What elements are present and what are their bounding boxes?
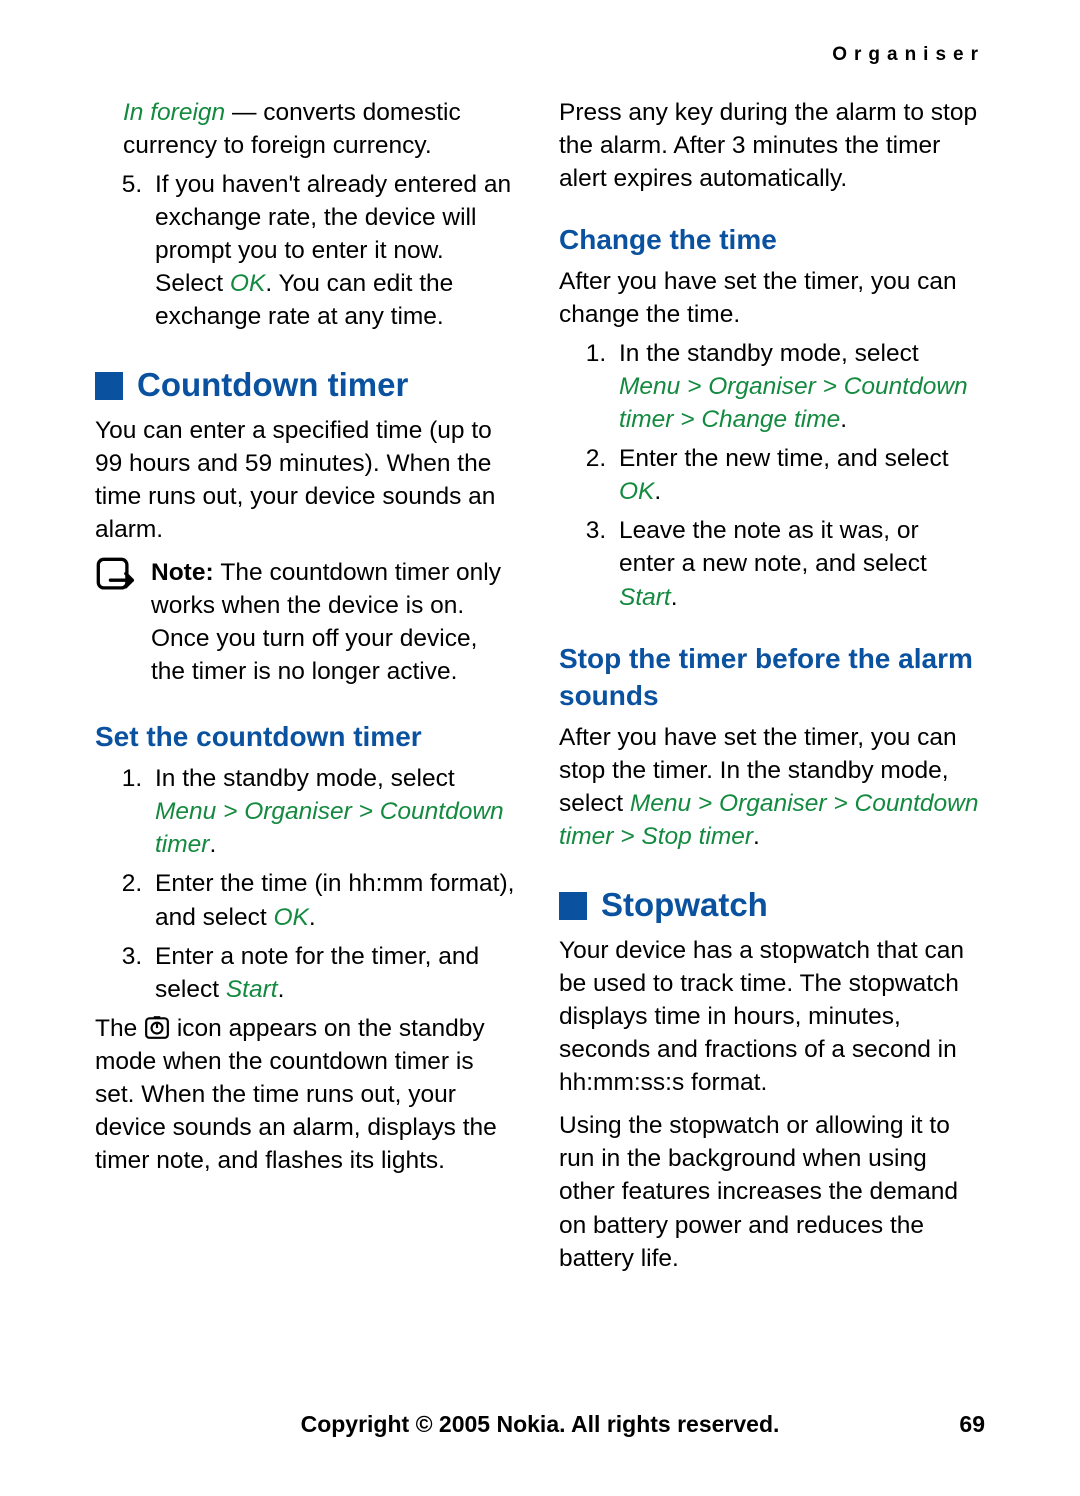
section-header: Organiser	[95, 44, 985, 66]
note-block: Note: The countdown timer only works whe…	[95, 556, 515, 692]
right-column: Press any key during the alarm to stop t…	[559, 96, 979, 1279]
start-text: Start	[619, 584, 671, 611]
countdown-timer-heading: Countdown timer	[95, 363, 515, 408]
set-step-2: Enter the time (in hh:mm format), and se…	[149, 867, 515, 933]
change-step-1: In the standby mode, select Menu > Organ…	[613, 337, 979, 436]
set-step-3: Enter a note for the timer, and select S…	[149, 940, 515, 1006]
menu-path: Menu > Organiser > Countdown timer > Cha…	[619, 373, 968, 433]
stop-timer-desc: After you have set the timer, you can st…	[559, 721, 979, 853]
standby-icon-desc: The icon appears on the standby mode whe…	[95, 1012, 515, 1177]
change-step-3: Leave the note as it was, or enter a new…	[613, 514, 979, 613]
set-timer-heading: Set the countdown timer	[95, 718, 515, 756]
footer: Copyright © 2005 Nokia. All rights reser…	[0, 1411, 1080, 1438]
alarm-desc: Press any key during the alarm to stop t…	[559, 96, 979, 195]
stop-timer-heading: Stop the timer before the alarm sounds	[559, 640, 979, 716]
page-number: 69	[959, 1411, 985, 1438]
stopwatch-heading: Stopwatch	[559, 883, 979, 928]
start-text: Start	[226, 976, 278, 1003]
set-step-1: In the standby mode, select Menu > Organ…	[149, 762, 515, 861]
exchange-rate-step: If you haven't already entered an exchan…	[149, 168, 515, 333]
change-step-2: Enter the new time, and select OK.	[613, 442, 979, 508]
countdown-desc: You can enter a specified time (up to 99…	[95, 414, 515, 546]
left-column: In foreign — converts domestic currency …	[95, 96, 515, 1279]
note-icon	[95, 556, 151, 692]
ok-text: OK	[230, 270, 265, 297]
stopwatch-desc-1: Your device has a stopwatch that can be …	[559, 934, 979, 1099]
change-time-desc: After you have set the timer, you can ch…	[559, 265, 979, 331]
ok-text: OK	[619, 478, 654, 505]
copyright-text: Copyright © 2005 Nokia. All rights reser…	[301, 1411, 780, 1437]
stopwatch-desc-2: Using the stopwatch or allowing it to ru…	[559, 1109, 979, 1274]
change-time-heading: Change the time	[559, 221, 979, 259]
menu-path: Menu > Organiser > Countdown timer	[155, 798, 504, 858]
ok-text: OK	[274, 904, 309, 931]
timer-icon	[144, 1015, 170, 1042]
foreign-line: In foreign — converts domestic currency …	[123, 96, 515, 162]
foreign-label: In foreign	[123, 99, 225, 126]
note-label: Note:	[151, 559, 220, 586]
